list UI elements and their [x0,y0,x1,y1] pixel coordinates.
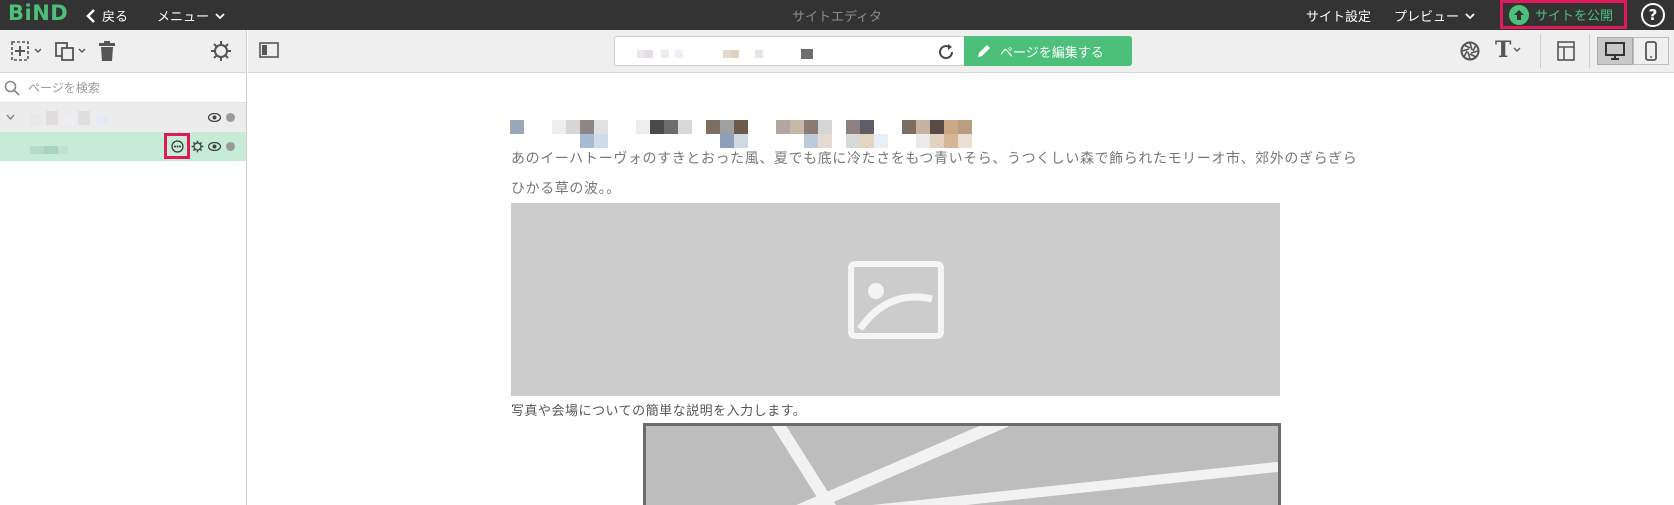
image-icon [847,260,944,339]
page-tree-item-selected[interactable] [0,132,246,161]
status-dot [226,113,235,122]
sidebar-toolbar [0,30,246,73]
chevron-down-icon [1465,12,1475,19]
text-t-icon: T [1495,37,1512,63]
mobile-view-button[interactable] [1633,37,1669,65]
page-sidebar [0,30,247,505]
add-page-button[interactable] [10,40,42,62]
publish-site-button[interactable]: サイトを公開 [1500,0,1627,29]
reload-icon[interactable] [937,43,955,61]
gear-icon [211,41,231,61]
help-icon[interactable]: ? [1641,3,1665,27]
page-name-mosaic [30,140,70,154]
delete-page-button[interactable] [98,40,116,62]
sidebar-panel-icon [259,42,279,58]
image-placeholder[interactable] [511,203,1280,396]
more-horizontal-icon [170,139,184,153]
sidebar-settings-button[interactable] [210,40,232,62]
theme-button[interactable] [1460,41,1480,61]
gear-icon[interactable] [191,140,204,153]
top-bar: BiND 戻る メニュー サイトエディタ サイト設定 プレビュー サイトを公開 … [0,0,1674,30]
chevron-down-icon[interactable] [6,114,15,121]
bind-logo: BiND [8,1,69,25]
layout-icon [1557,41,1575,61]
page-name-mosaic [30,111,110,125]
duplicate-icon [55,42,74,61]
upload-icon [1509,4,1529,25]
edit-page-label: ページを編集する [1000,45,1104,61]
publish-label: サイトを公開 [1535,9,1614,24]
desktop-view-button[interactable] [1597,37,1633,65]
page-search-input[interactable] [28,80,228,95]
site-settings-button[interactable]: サイト設定 [1306,6,1371,25]
layout-button[interactable] [1557,41,1575,61]
preview-label: プレビュー [1394,10,1460,25]
chevron-left-icon [86,8,95,23]
page-search [0,73,246,103]
body-paragraph[interactable]: あのイーハトーヴォのすきとおった風、夏でも底に冷たさをもつ青いそら、うつくしい森… [511,144,1371,204]
visibility-eye-icon[interactable] [208,113,221,122]
smartphone-icon [1645,41,1657,61]
chevron-down-icon [1513,47,1521,52]
toggle-sidebar-button[interactable] [259,42,279,58]
chevron-down-icon [34,48,42,53]
pencil-icon [978,45,990,57]
menu-label: メニュー [157,10,210,25]
page-url-field[interactable] [614,36,966,66]
back-button[interactable]: 戻る [86,6,128,25]
preview-dropdown[interactable]: プレビュー [1394,6,1475,25]
menu-dropdown[interactable]: メニュー [157,6,225,25]
font-settings-button[interactable]: T [1495,38,1521,62]
page-canvas: あのイーハトーヴォのすきとおった風、夏でも底に冷たさをもつ青いそら、うつくしい森… [248,74,1674,505]
map-roads-graphic [772,426,1278,505]
toolbar-divider [1589,34,1590,68]
chevron-down-icon [78,48,86,53]
add-page-icon [11,41,29,61]
back-label: 戻る [102,10,129,25]
desktop-monitor-icon [1605,42,1625,60]
toolbar-divider [1540,34,1541,68]
map-placeholder[interactable] [643,423,1281,505]
edit-page-button[interactable]: ページを編集する [964,36,1132,66]
page-tree-folder[interactable] [0,103,246,132]
status-dot [226,142,235,151]
aperture-icon [1460,41,1480,61]
editor-toolbar: ページを編集する T [248,30,1674,73]
page-more-options-button[interactable] [164,133,190,159]
trash-icon [99,41,115,61]
chevron-down-icon [215,12,225,19]
image-caption[interactable]: 写真や会場についての簡単な説明を入力します。 [511,400,806,419]
visibility-eye-icon[interactable] [208,142,221,151]
search-icon [4,80,20,96]
duplicate-page-button[interactable] [54,40,86,62]
